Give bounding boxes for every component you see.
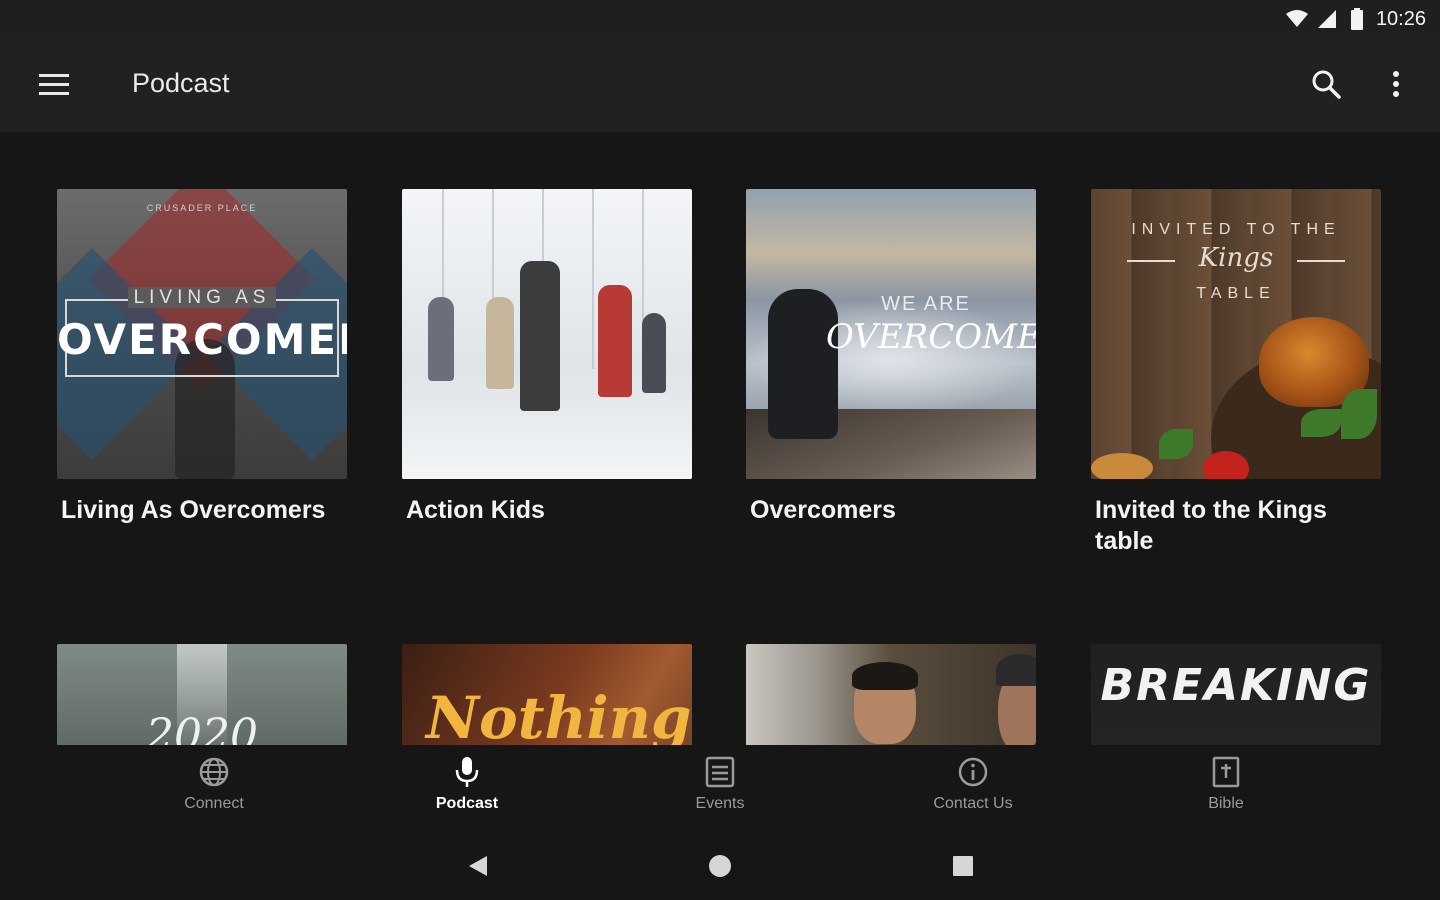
globe-icon: [197, 755, 231, 789]
search-icon[interactable]: [1304, 62, 1348, 106]
podcast-artwork[interactable]: INVITED TO THE Kings TABLE: [1091, 189, 1381, 479]
artwork-text: Kings: [1198, 243, 1274, 273]
bible-icon: [1209, 755, 1243, 789]
artwork-text: CRUSADER PLACE: [146, 203, 258, 213]
podcast-artwork[interactable]: WE ARE OVERCOMERS: [746, 189, 1036, 479]
recents-icon[interactable]: [949, 852, 977, 880]
page-title: Podcast: [132, 68, 230, 98]
bottom-navigation: Connect Podcast Events Contact Us Bible: [0, 745, 1440, 830]
nav-item-events[interactable]: Events: [650, 755, 790, 823]
info-icon: [956, 755, 990, 789]
nav-item-bible[interactable]: Bible: [1156, 755, 1296, 823]
nav-label: Bible: [1208, 795, 1244, 812]
artwork-text: INVITED TO THE: [1131, 221, 1341, 238]
podcast-artwork[interactable]: CRUSADER PLACE LIVING AS OVERCOMERS: [57, 189, 347, 479]
system-navigation: [0, 830, 1440, 900]
more-vert-icon[interactable]: [1374, 62, 1418, 106]
status-time: 10:26: [1375, 7, 1426, 30]
podcast-title[interactable]: Living As Overcomers: [57, 495, 347, 526]
microphone-icon: [450, 755, 484, 789]
artwork-text: BREAKING: [1100, 660, 1372, 711]
artwork-text: OVERCOMERS: [826, 317, 1036, 357]
app-bar: Podcast: [0, 38, 1440, 132]
podcast-card[interactable]: CRUSADER PLACE LIVING AS OVERCOMERS Livi…: [57, 189, 347, 526]
podcast-artwork[interactable]: [746, 644, 1036, 745]
nav-item-contact-us[interactable]: Contact Us: [903, 755, 1043, 823]
podcast-card[interactable]: [746, 644, 1036, 745]
signal-icon: [1316, 8, 1338, 30]
podcast-title[interactable]: Action Kids: [402, 495, 692, 526]
nav-label: Connect: [184, 795, 244, 812]
artwork-text: Nothing: [426, 684, 692, 745]
podcast-card[interactable]: 2020: [57, 644, 347, 745]
podcast-card[interactable]: BREAKING: [1091, 644, 1381, 745]
podcast-card[interactable]: WE ARE OVERCOMERS Overcomers: [746, 189, 1036, 526]
artwork-text: 2020: [146, 710, 258, 745]
podcast-artwork[interactable]: BREAKING: [1091, 644, 1381, 745]
artwork-text: TABLE: [1196, 285, 1276, 302]
status-bar: 10:26: [0, 0, 1440, 38]
podcast-title[interactable]: Invited to the Kings table: [1091, 495, 1381, 557]
nav-label: Contact Us: [933, 795, 1013, 812]
artwork-text: LIVING AS: [127, 287, 277, 308]
artwork-text: OVERCOMERS: [57, 315, 347, 364]
podcast-grid: CRUSADER PLACE LIVING AS OVERCOMERS Livi…: [0, 132, 1440, 745]
podcast-title[interactable]: Overcomers: [746, 495, 1036, 526]
podcast-artwork[interactable]: 2020: [57, 644, 347, 745]
podcast-card[interactable]: Action Kids: [402, 189, 692, 526]
podcast-card[interactable]: Nothing: [402, 644, 692, 745]
battery-icon: [1346, 8, 1368, 30]
wifi-icon: [1285, 8, 1308, 30]
back-icon[interactable]: [464, 852, 492, 880]
hamburger-menu-icon[interactable]: [30, 70, 78, 100]
nav-item-connect[interactable]: Connect: [144, 755, 284, 823]
nav-label: Events: [695, 795, 745, 812]
calendar-list-icon: [703, 755, 737, 789]
podcast-artwork[interactable]: Nothing: [402, 644, 692, 745]
nav-label: Podcast: [435, 795, 499, 812]
home-icon[interactable]: [706, 852, 734, 880]
nav-item-podcast[interactable]: Podcast: [397, 755, 537, 823]
artwork-text: WE ARE: [881, 293, 971, 315]
podcast-card[interactable]: INVITED TO THE Kings TABLE Invited to th…: [1091, 189, 1381, 557]
podcast-artwork[interactable]: [402, 189, 692, 479]
